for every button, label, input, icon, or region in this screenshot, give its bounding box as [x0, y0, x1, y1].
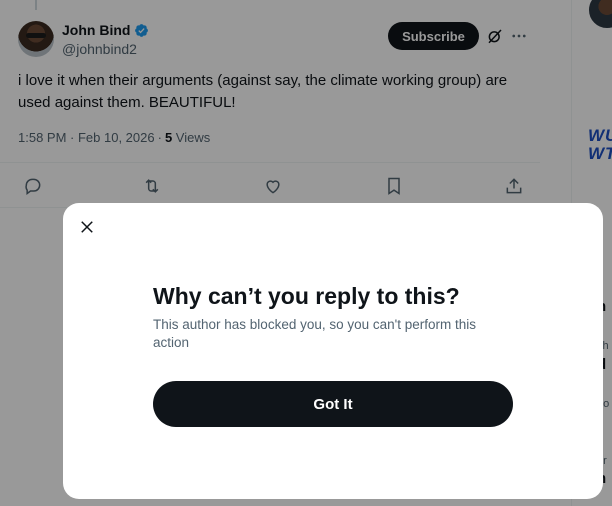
close-icon[interactable]: [75, 215, 99, 239]
got-it-button[interactable]: Got It: [153, 381, 513, 427]
dialog-description: This author has blocked you, so you can'…: [153, 317, 476, 350]
blocked-reply-dialog: Why can’t you reply to this? This author…: [63, 203, 603, 499]
page: John Bind @johnbind2 Subscribe i love it…: [0, 0, 612, 506]
dialog-title: Why can’t you reply to this?: [153, 283, 460, 309]
